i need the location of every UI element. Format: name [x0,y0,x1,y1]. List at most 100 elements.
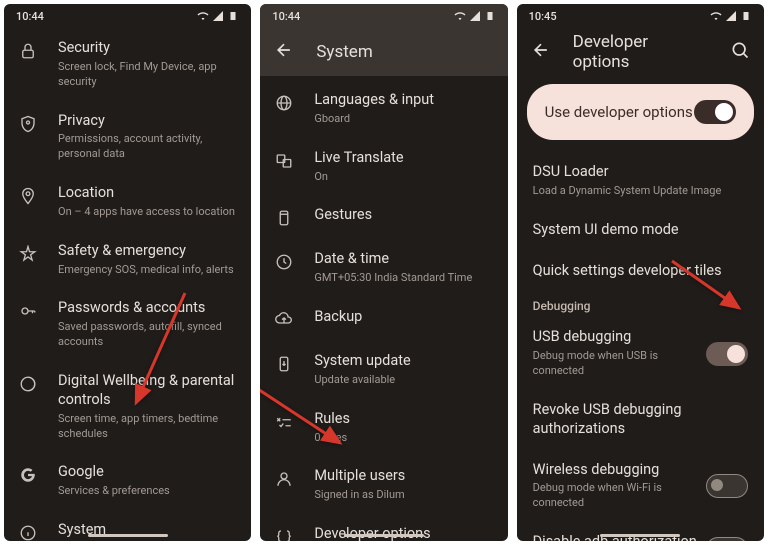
search-icon[interactable] [730,40,750,64]
item-sub: Services & preferences [58,484,235,499]
nav-bar[interactable] [344,534,424,537]
status-icons [454,10,496,22]
wireless-debugging-toggle[interactable] [706,474,748,498]
system-screen: 10:44 System Languages & input Gboard Liv… [260,4,507,541]
adb-timeout-toggle[interactable] [706,537,748,541]
google-icon [18,465,38,485]
system-list[interactable]: Languages & input Gboard Live TranslateOn… [260,76,507,541]
item-sub: Load a Dynamic System Update Image [533,184,748,199]
item-revoke-usb[interactable]: Revoke USB debugging authorizations [517,390,764,450]
rules-icon [274,412,294,432]
lock-icon [18,41,38,61]
globe-icon [274,93,294,113]
status-time: 10:44 [272,10,300,23]
back-icon[interactable] [274,40,294,64]
star-icon [18,244,38,264]
item-sub: Screen lock, Find My Device, app securit… [58,60,235,90]
master-toggle-pill[interactable]: Use developer options [527,84,754,140]
item-wireless-debugging[interactable]: Wireless debuggingDebug mode when Wi-Fi … [517,450,764,523]
item-rules[interactable]: Rules0 rules [260,399,507,457]
item-title: Digital Wellbeing & parental controls [58,372,235,410]
item-usb-debugging[interactable]: USB debugging Debug mode when USB is conn… [517,317,764,390]
item-title: Security [58,39,235,58]
item-title: System UI demo mode [533,221,748,240]
item-demo-mode[interactable]: System UI demo mode [517,210,764,251]
item-title: Live Translate [314,149,491,168]
item-privacy[interactable]: PrivacyPermissions, account activity, pe… [4,101,251,174]
item-update[interactable]: System updateUpdate available [260,341,507,399]
item-wellbeing[interactable]: Digital Wellbeing & parental controlsScr… [4,361,251,452]
item-users[interactable]: Multiple users Signed in as Dilum [260,456,507,514]
item-datetime[interactable]: Date & time GMT+05:30 India Standard Time [260,239,507,297]
item-sub: Emergency SOS, medical info, alerts [58,263,235,278]
item-languages[interactable]: Languages & input Gboard [260,80,507,138]
item-sub: On – 4 apps have access to location [58,205,235,220]
item-backup[interactable]: Backup [260,297,507,341]
translate-icon [274,151,294,171]
item-security[interactable]: Security Screen lock, Find My Device, app… [4,28,251,101]
item-dsu[interactable]: DSU Loader Load a Dynamic System Update I… [517,152,764,210]
settings-main-screen: 10:44 Security Screen lock, Find My Devic… [4,4,251,541]
status-bar: 10:44 [4,4,251,28]
item-sub: Permissions, account activity, personal … [58,132,235,162]
item-title: Wireless debugging [533,461,706,480]
item-sub: Debug mode when Wi-Fi is connected [533,481,706,511]
item-title: Privacy [58,112,235,131]
item-sub: Saved passwords, autofill, synced accoun… [58,320,235,350]
wellbeing-icon [18,374,38,394]
settings-list[interactable]: Security Screen lock, Find My Device, app… [4,28,251,541]
item-gestures[interactable]: Gestures [260,195,507,239]
section-debugging: Debugging [517,291,764,317]
item-title: Passwords & accounts [58,299,235,318]
braces-icon [274,527,294,541]
status-bar: 10:44 [260,4,507,28]
item-title: Google [58,463,235,482]
usb-debugging-toggle[interactable] [706,342,748,366]
item-title: Backup [314,308,491,327]
item-title: Languages & input [314,91,491,110]
item-title: System [58,521,235,540]
item-sub: Signed in as Dilum [314,488,491,503]
item-sub: Gboard [314,112,491,127]
privacy-icon [18,114,38,134]
item-title: USB debugging [533,328,706,347]
item-sub: Update available [314,373,491,388]
header-title: Developer options [573,32,708,72]
dev-options-list[interactable]: DSU Loader Load a Dynamic System Update I… [517,152,764,541]
item-title: Quick settings developer tiles [533,262,748,281]
master-toggle[interactable] [694,100,736,124]
backup-icon [274,310,294,330]
status-time: 10:44 [16,10,44,23]
item-passwords[interactable]: Passwords & accounts Saved passwords, aut… [4,288,251,361]
location-icon [18,186,38,206]
item-quick-tiles[interactable]: Quick settings developer tiles [517,251,764,292]
item-title: Safety & emergency [58,242,235,261]
item-title: Date & time [314,250,491,269]
item-adb-timeout[interactable]: Disable adb authorization timeoutDisable… [517,522,764,541]
nav-bar[interactable] [600,534,680,537]
item-sub: GMT+05:30 India Standard Time [314,271,491,286]
nav-bar[interactable] [88,534,168,537]
item-title: DSU Loader [533,163,748,182]
back-icon[interactable] [531,40,551,64]
item-title: Gestures [314,206,491,225]
status-time: 10:45 [529,10,557,23]
header: Developer options [517,28,764,76]
item-title: Multiple users [314,467,491,486]
item-google[interactable]: Google Services & preferences [4,452,251,510]
item-title: Location [58,184,235,203]
info-icon [18,523,38,541]
status-bar: 10:45 [517,4,764,28]
item-sub: Debug mode when USB is connected [533,349,706,379]
item-translate[interactable]: Live TranslateOn [260,138,507,196]
item-location[interactable]: Location On – 4 apps have access to locat… [4,173,251,231]
update-icon [274,354,294,374]
item-sub: 0 rules [314,431,491,446]
status-icons [197,10,239,22]
pill-label: Use developer options [545,103,693,121]
item-safety[interactable]: Safety & emergency Emergency SOS, medical… [4,231,251,289]
header-title: System [316,42,372,62]
header: System [260,28,507,76]
users-icon [274,469,294,489]
clock-icon [274,252,294,272]
